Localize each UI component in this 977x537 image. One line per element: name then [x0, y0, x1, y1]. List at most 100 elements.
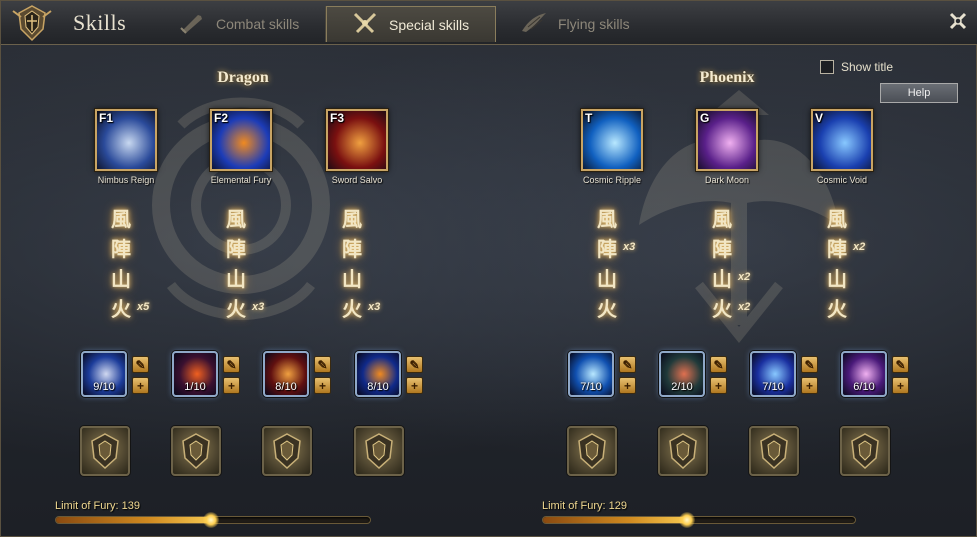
fury-bar-fill: [56, 517, 210, 523]
rune-glyph: 陣: [712, 237, 732, 261]
rune-glyph: 陣: [342, 237, 362, 261]
plus-icon: +: [896, 378, 904, 393]
scroll-icon: ✎: [317, 357, 328, 372]
rune-glyph: 火: [226, 297, 246, 321]
skill-icon-2[interactable]: F2: [210, 109, 272, 171]
plus-icon: +: [623, 378, 631, 393]
crossed-swords-icon: [351, 11, 379, 38]
empty-rune-slot[interactable]: [262, 426, 312, 476]
equipped-skill-slot[interactable]: 7/10: [568, 351, 614, 397]
rune-glyph: 山: [712, 267, 732, 291]
add-point-button[interactable]: +: [406, 377, 423, 394]
sword-icon: [178, 11, 206, 38]
rune-glyph: 火: [597, 297, 617, 321]
skill-level: 7/10: [762, 381, 784, 393]
rune-glyph: 火: [827, 297, 847, 321]
skill-icon-1[interactable]: F1: [95, 109, 157, 171]
fury-limit-label: Limit of Fury: 129: [542, 500, 627, 512]
upgrade-rune-button[interactable]: ✎: [314, 356, 331, 373]
rune-multiplier: x3: [368, 301, 381, 313]
add-point-button[interactable]: +: [314, 377, 331, 394]
wing-icon: [520, 11, 548, 38]
add-point-button[interactable]: +: [132, 377, 149, 394]
skill-level: 6/10: [853, 381, 875, 393]
upgrade-rune-button[interactable]: ✎: [892, 356, 909, 373]
equipped-skill-slot[interactable]: 1/10: [172, 351, 218, 397]
empty-rune-slot[interactable]: [840, 426, 890, 476]
skill-label: Cosmic Void: [816, 175, 868, 185]
rune-glyph: 風: [342, 207, 362, 231]
panel-title-dragon: Dragon: [217, 69, 269, 86]
upgrade-rune-button[interactable]: ✎: [801, 356, 818, 373]
rune-glyph: 陣: [226, 237, 246, 261]
rune-lock-icon: [578, 433, 606, 470]
tab-label: Combat skills: [216, 16, 300, 32]
plus-icon: +: [714, 378, 722, 393]
skill-level: 1/10: [184, 381, 206, 393]
scroll-icon: ✎: [622, 357, 633, 372]
equipped-skill-slot[interactable]: 2/10: [659, 351, 705, 397]
skill-icon-5[interactable]: G: [696, 109, 758, 171]
tab-combat-skills[interactable]: Combat skills: [154, 6, 326, 42]
skills-window: Skills Combat skills Special skills Flyi…: [0, 0, 977, 537]
plus-icon: +: [410, 378, 418, 393]
rune-glyph: 陣: [111, 237, 131, 261]
tab-label: Special skills: [389, 16, 470, 33]
add-point-button[interactable]: +: [223, 377, 240, 394]
skill-icon-6[interactable]: V: [811, 109, 873, 171]
skill-hotkey: F2: [214, 111, 229, 125]
rune-lock-icon: [851, 433, 879, 470]
equipped-skill-slot[interactable]: 8/10: [263, 351, 309, 397]
scroll-icon: ✎: [226, 357, 237, 372]
equipped-skill-slot[interactable]: 6/10: [841, 351, 887, 397]
empty-rune-slot[interactable]: [567, 426, 617, 476]
rune-lock-icon: [273, 433, 301, 470]
skill-level: 8/10: [367, 381, 389, 393]
rune-glyph: 山: [597, 267, 617, 291]
rune-glyph: 風: [827, 207, 847, 231]
close-icon: [948, 11, 968, 36]
rune-lock-icon: [365, 433, 393, 470]
rune-glyph: 山: [226, 267, 246, 291]
rune-glyph: 陣: [827, 237, 847, 261]
rune-lock-icon: [760, 433, 788, 470]
fury-limit-label: Limit of Fury: 139: [55, 500, 140, 512]
skill-hotkey: G: [700, 111, 710, 125]
empty-rune-slot[interactable]: [80, 426, 130, 476]
plus-icon: +: [805, 378, 813, 393]
add-point-button[interactable]: +: [619, 377, 636, 394]
window-header: Skills Combat skills Special skills Flyi…: [1, 1, 977, 45]
skill-icon-3[interactable]: F3: [326, 109, 388, 171]
upgrade-rune-button[interactable]: ✎: [619, 356, 636, 373]
rune-glyph: 風: [712, 207, 732, 231]
add-point-button[interactable]: +: [710, 377, 727, 394]
add-point-button[interactable]: +: [892, 377, 909, 394]
tab-special-skills[interactable]: Special skills: [326, 6, 496, 42]
upgrade-rune-button[interactable]: ✎: [710, 356, 727, 373]
plus-icon: +: [227, 378, 235, 393]
skill-hotkey: V: [815, 111, 824, 125]
fury-bar-marker: [202, 512, 219, 528]
rune-lock-icon: [182, 433, 210, 470]
equipped-skill-slot[interactable]: 9/10: [81, 351, 127, 397]
add-point-button[interactable]: +: [801, 377, 818, 394]
empty-rune-slot[interactable]: [658, 426, 708, 476]
tab-label: Flying skills: [558, 16, 630, 32]
plus-icon: +: [136, 378, 144, 393]
upgrade-rune-button[interactable]: ✎: [406, 356, 423, 373]
rune-glyph: 風: [111, 207, 131, 231]
panel-title-phoenix: Phoenix: [699, 69, 755, 86]
empty-rune-slot[interactable]: [171, 426, 221, 476]
equipped-skill-slot[interactable]: 7/10: [750, 351, 796, 397]
empty-rune-slot[interactable]: [354, 426, 404, 476]
rune-multiplier: x2: [738, 271, 751, 283]
equipped-skill-slot[interactable]: 8/10: [355, 351, 401, 397]
skill-hotkey: T: [585, 111, 593, 125]
upgrade-rune-button[interactable]: ✎: [223, 356, 240, 373]
skill-icon-4[interactable]: T: [581, 109, 643, 171]
close-button[interactable]: [946, 11, 970, 35]
upgrade-rune-button[interactable]: ✎: [132, 356, 149, 373]
tab-flying-skills[interactable]: Flying skills: [496, 6, 676, 42]
empty-rune-slot[interactable]: [749, 426, 799, 476]
rune-multiplier: x3: [252, 301, 265, 313]
